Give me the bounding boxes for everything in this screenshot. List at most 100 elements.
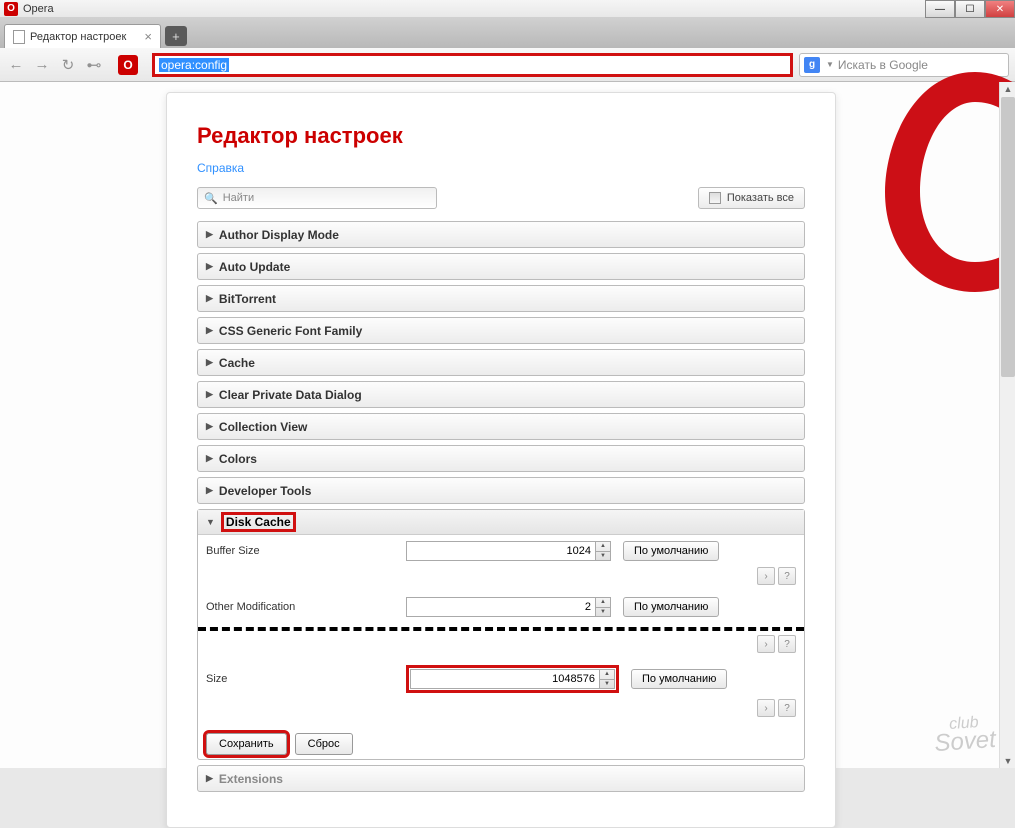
section-label: Author Display Mode [219,228,339,242]
window-controls: — ☐ ✕ [925,0,1015,18]
section-cache[interactable]: ▶ Cache [197,349,805,376]
spinner-down-icon[interactable]: ▼ [600,680,614,689]
section-disk-cache-header[interactable]: ▼ Disk Cache [198,510,804,535]
setting-aux-row: ›? [198,567,804,591]
setting-size: Size ▲▼ По умолчанию [198,659,804,699]
window-title: Opera [23,3,54,15]
minimize-button[interactable]: — [925,0,955,18]
maximize-button[interactable]: ☐ [955,0,985,18]
new-tab-button[interactable]: + [165,26,187,46]
section-label: BitTorrent [219,292,276,306]
reset-button[interactable]: Сброс [295,733,353,755]
show-all-label: Показать все [727,192,794,204]
setting-aux-row: ›? [198,635,804,659]
section-clear-private-data[interactable]: ▶ Clear Private Data Dialog [197,381,805,408]
help-button[interactable]: ? [778,567,796,585]
section-label: Collection View [219,420,307,434]
spinner-buttons[interactable]: ▲▼ [600,669,615,689]
close-button[interactable]: ✕ [985,0,1015,18]
address-bar-wrap: opera:config [152,53,793,77]
spinner-buttons[interactable]: ▲▼ [596,597,611,617]
scrollbar[interactable]: ▲ ▼ [999,82,1015,768]
chevron-right-icon: ▶ [206,325,213,336]
page-icon [13,30,25,44]
chevron-right-icon: ▶ [206,453,213,464]
other-modification-input[interactable] [406,597,596,617]
address-bar[interactable]: opera:config [152,53,793,77]
section-disk-cache: ▼ Disk Cache Buffer Size ▲▼ По умолчанию… [197,509,805,760]
spinner-up-icon[interactable]: ▲ [596,598,610,608]
aux-button[interactable]: › [757,699,775,717]
size-input[interactable] [410,669,600,689]
opera-logo-decoration [875,62,1015,302]
scroll-thumb[interactable] [1001,97,1015,377]
section-css-generic-font[interactable]: ▶CSS Generic Font Family [197,317,805,344]
toolbar: ← → ↻ ⊷ O opera:config g ▼ Искать в Goog… [0,48,1015,82]
section-colors[interactable]: ▶ Colors [197,445,805,472]
home-button[interactable]: ⊷ [84,55,104,75]
aux-button[interactable]: › [757,635,775,653]
section-developer-tools[interactable]: ▶Developer Tools [197,477,805,504]
section-author-display-mode[interactable]: ▶ Author Display Mode [197,221,805,248]
checkbox-icon [709,192,721,204]
default-button[interactable]: По умолчанию [631,669,727,689]
chevron-right-icon: ▶ [206,293,213,304]
spinner-up-icon[interactable]: ▲ [600,670,614,680]
find-placeholder: Найти [223,192,254,204]
section-label: Developer Tools [219,484,311,498]
forward-button[interactable]: → [32,55,52,75]
setting-label: Buffer Size [206,545,406,557]
search-engine-dropdown-icon[interactable]: ▼ [826,60,834,69]
spinner-buttons[interactable]: ▲▼ [596,541,611,561]
find-input[interactable]: 🔍 Найти [197,187,437,209]
chevron-right-icon: ▶ [206,421,213,432]
separator [198,627,804,631]
setting-aux-row: ›? [198,699,804,723]
watermark: club Sovet [932,715,996,755]
chevron-down-icon: ▼ [206,517,215,527]
spinner-up-icon[interactable]: ▲ [596,542,610,552]
page-title: Редактор настроек [197,123,805,149]
section-label: Clear Private Data Dialog [219,388,362,402]
search-icon: 🔍 [204,192,218,205]
spinner-down-icon[interactable]: ▼ [596,608,610,617]
show-all-button[interactable]: Показать все [698,187,805,209]
default-button[interactable]: По умолчанию [623,541,719,561]
setting-label: Size [206,673,406,685]
help-link[interactable]: Справка [197,161,244,175]
chevron-right-icon: ▶ [206,261,213,272]
setting-other-modification: Other Modification ▲▼ По умолчанию [198,591,804,623]
help-button[interactable]: ? [778,635,796,653]
settings-panel: Редактор настроек Справка 🔍 Найти Показа… [166,92,836,828]
section-auto-update[interactable]: ▶ Auto Update [197,253,805,280]
section-label: Colors [219,452,257,466]
section-bittorrent[interactable]: ▶ BitTorrent [197,285,805,312]
back-button[interactable]: ← [6,55,26,75]
chevron-right-icon: ▶ [206,357,213,368]
aux-button[interactable]: › [757,567,775,585]
section-label: Cache [219,356,255,370]
chevron-right-icon: ▶ [206,229,213,240]
google-icon: g [804,57,820,73]
reload-button[interactable]: ↻ [58,55,78,75]
section-label: Auto Update [219,260,290,274]
opera-menu-button[interactable]: O [118,55,138,75]
spinner-down-icon[interactable]: ▼ [596,552,610,561]
section-collection-view[interactable]: ▶ Collection View [197,413,805,440]
default-button[interactable]: По умолчанию [623,597,719,617]
section-label: Disk Cache [221,512,296,532]
scroll-up-icon[interactable]: ▲ [1001,82,1015,96]
tab-close-icon[interactable]: × [144,29,152,44]
content-area: Редактор настроек Справка 🔍 Найти Показа… [0,82,1015,768]
tab-settings-editor[interactable]: Редактор настроек × [4,24,161,48]
url-text: opera:config [159,58,229,72]
save-button[interactable]: Сохранить [206,733,287,755]
scroll-down-icon[interactable]: ▼ [1001,754,1015,768]
section-extensions[interactable]: ▶Extensions [197,765,805,792]
tabs-bar: Редактор настроек × + [0,18,1015,48]
help-button[interactable]: ? [778,699,796,717]
footer-buttons: Сохранить Сброс [198,723,804,759]
search-row: 🔍 Найти Показать все [197,187,805,209]
buffer-size-input[interactable] [406,541,596,561]
chevron-right-icon: ▶ [206,389,213,400]
